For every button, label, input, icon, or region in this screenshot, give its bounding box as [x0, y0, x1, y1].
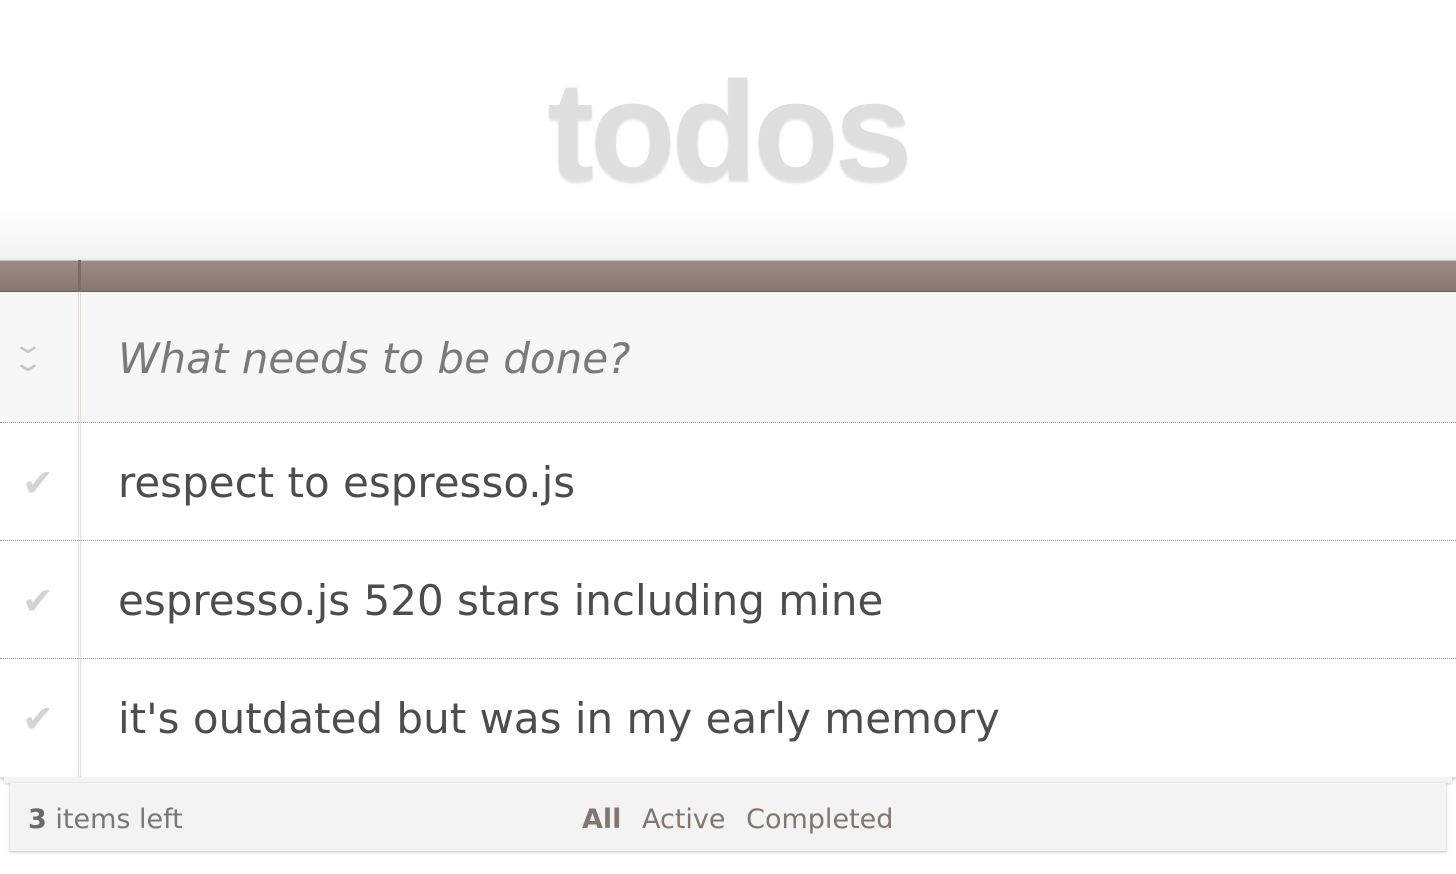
- todo-app: todos ⌄ ⌄ ✔ respect to espresso.js ✔ esp…: [0, 0, 1456, 874]
- new-todo-row: ⌄ ⌄: [0, 292, 1456, 423]
- todo-item[interactable]: ✔ it's outdated but was in my early memo…: [0, 659, 1456, 777]
- items-left-counter: 3 items left: [28, 803, 183, 837]
- todo-item[interactable]: ✔ espresso.js 520 stars including mine: [0, 541, 1456, 659]
- filter-completed-link[interactable]: Completed: [746, 804, 893, 835]
- todo-footer: 3 items left All Active Completed: [10, 783, 1446, 851]
- header-fade: [0, 210, 1456, 262]
- filter-links: All Active Completed: [582, 803, 905, 837]
- header-bar-divider: [78, 260, 81, 292]
- app-title: todos: [547, 52, 912, 209]
- checkmark-icon[interactable]: ✔: [18, 579, 58, 623]
- items-left-label: items left: [55, 804, 183, 835]
- todo-list: ✔ respect to espresso.js ✔ espresso.js 5…: [0, 423, 1456, 777]
- checkmark-icon[interactable]: ✔: [18, 697, 58, 741]
- panel-header-bar: [0, 260, 1456, 292]
- notebook-margin-line: [78, 260, 81, 777]
- todo-panel: ⌄ ⌄ ✔ respect to espresso.js ✔ espresso.…: [0, 260, 1456, 777]
- new-todo-input[interactable]: [118, 328, 1418, 388]
- items-left-number: 3: [28, 804, 47, 835]
- filter-active-link[interactable]: Active: [642, 804, 726, 835]
- todo-item[interactable]: ✔ respect to espresso.js: [0, 423, 1456, 541]
- todo-title[interactable]: respect to espresso.js: [118, 455, 575, 511]
- todo-title[interactable]: it's outdated but was in my early memory: [118, 691, 1000, 747]
- checkmark-icon[interactable]: ✔: [18, 461, 58, 505]
- todo-title[interactable]: espresso.js 520 stars including mine: [118, 573, 883, 629]
- filter-all-link[interactable]: All: [582, 804, 621, 835]
- toggle-all-icon[interactable]: ⌄ ⌄: [12, 332, 45, 376]
